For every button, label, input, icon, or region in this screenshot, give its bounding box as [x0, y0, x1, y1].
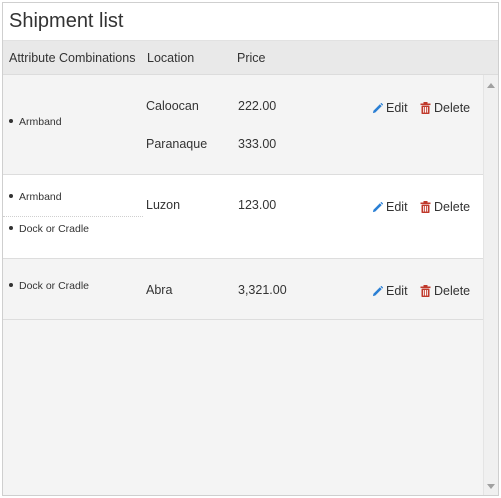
- table-row: Armband Dock or Cradle Luzon 123.00 Edit: [3, 175, 483, 259]
- price-cell: 3,321.00: [238, 283, 287, 297]
- attribute-item: Dock or Cradle: [9, 223, 143, 235]
- attribute-label: Armband: [19, 191, 62, 203]
- bullet-icon: [9, 194, 13, 199]
- table-row: Armband Caloocan 222.00 Paranaque 333.00…: [3, 75, 483, 175]
- delete-button[interactable]: Delete: [420, 284, 470, 298]
- delete-label: Delete: [434, 284, 471, 298]
- delete-button[interactable]: Delete: [420, 200, 470, 214]
- price-cell: 333.00: [238, 137, 277, 151]
- trash-icon: [420, 285, 431, 297]
- location-cell: Abra: [146, 283, 173, 297]
- price-cell: 123.00: [238, 198, 277, 212]
- attribute-item: Armband: [9, 116, 143, 128]
- vertical-scrollbar[interactable]: [483, 75, 498, 495]
- table-body: Armband Caloocan 222.00 Paranaque 333.00…: [3, 75, 483, 495]
- edit-button[interactable]: Edit: [372, 101, 408, 115]
- attribute-label: Dock or Cradle: [19, 223, 90, 235]
- edit-button[interactable]: Edit: [372, 200, 408, 214]
- delete-label: Delete: [434, 101, 471, 115]
- location-cell: Caloocan: [146, 99, 199, 113]
- edit-label: Edit: [386, 200, 408, 214]
- shipment-list-panel: Shipment list Attribute Combinations Loc…: [2, 2, 499, 496]
- table-header: Attribute Combinations Location Price: [3, 41, 498, 75]
- edit-label: Edit: [386, 284, 408, 298]
- column-header-price: Price: [237, 51, 266, 65]
- page-title: Shipment list: [9, 10, 124, 32]
- edit-button[interactable]: Edit: [372, 284, 408, 298]
- column-header-location: Location: [147, 51, 195, 65]
- trash-icon: [420, 102, 431, 114]
- price-cell: 222.00: [238, 99, 277, 113]
- trash-icon: [420, 201, 431, 213]
- location-cell: Paranaque: [146, 137, 208, 151]
- attribute-item: Armband: [9, 191, 143, 203]
- bullet-icon: [9, 119, 13, 124]
- bullet-icon: [9, 226, 13, 231]
- title-bar: Shipment list: [3, 3, 498, 41]
- scroll-down-arrow-icon[interactable]: [487, 484, 495, 489]
- table-row: Dock or Cradle Abra 3,321.00 Edit Delete: [3, 259, 483, 320]
- column-header-attributes: Attribute Combinations: [9, 51, 136, 65]
- pencil-icon: [372, 102, 383, 113]
- attribute-divider: [3, 216, 143, 217]
- delete-label: Delete: [434, 200, 471, 214]
- edit-label: Edit: [386, 101, 408, 115]
- pencil-icon: [372, 285, 383, 296]
- attribute-label: Armband: [19, 116, 62, 128]
- attribute-item: Dock or Cradle: [9, 280, 143, 292]
- location-cell: Luzon: [146, 198, 181, 212]
- bullet-icon: [9, 283, 13, 288]
- attribute-label: Dock or Cradle: [19, 280, 90, 292]
- delete-button[interactable]: Delete: [420, 101, 470, 115]
- scroll-up-arrow-icon[interactable]: [487, 83, 495, 88]
- pencil-icon: [372, 201, 383, 212]
